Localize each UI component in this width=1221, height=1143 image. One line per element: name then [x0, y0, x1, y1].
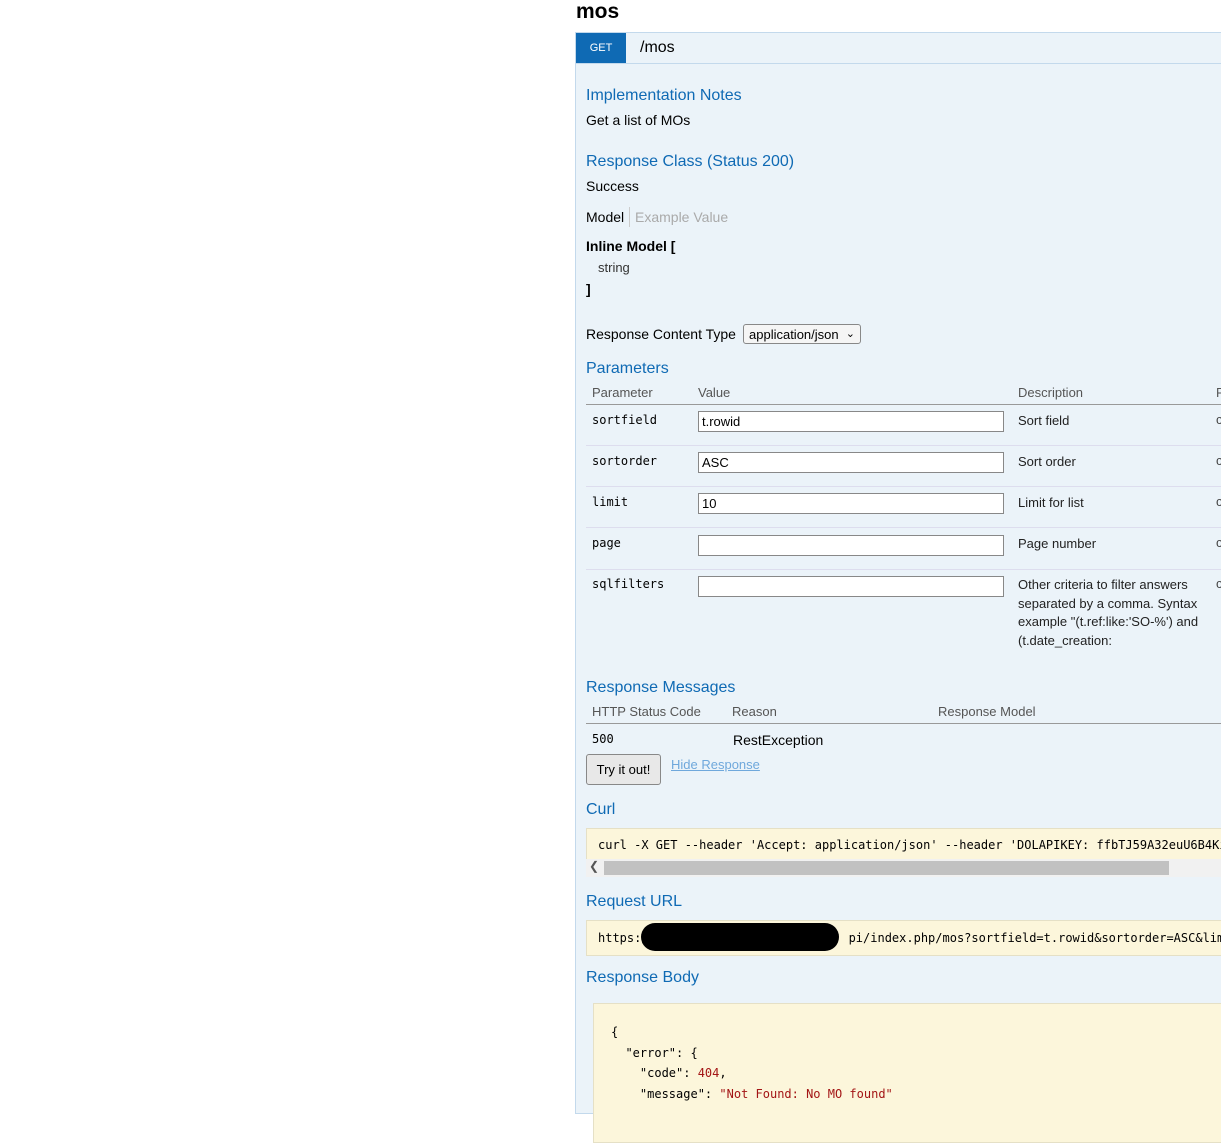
scroll-thumb[interactable]: [604, 861, 1169, 875]
param-col-type: P: [1216, 385, 1221, 400]
resp-code-500: 500: [592, 732, 614, 746]
param-input-sqlfilters[interactable]: [698, 576, 1004, 597]
tab-model[interactable]: Model: [586, 209, 624, 225]
model-property: string: [598, 260, 630, 275]
param-name-sqlfilters: sqlfilters: [592, 577, 665, 591]
try-it-out-button[interactable]: Try it out!: [586, 754, 661, 785]
param-type-page: c: [1216, 535, 1221, 550]
param-input-page[interactable]: [698, 535, 1004, 556]
param-header-divider: [586, 404, 1221, 405]
tab-example-value[interactable]: Example Value: [635, 209, 728, 225]
param-desc-sortorder: Sort order: [1018, 454, 1076, 469]
param-type-sqlfilters: c: [1216, 576, 1221, 591]
json-message-key: "message":: [639, 1086, 720, 1101]
response-content-type-label: Response Content Type: [586, 326, 736, 342]
redaction-mark: [641, 923, 839, 951]
resp-header-divider: [586, 723, 1221, 724]
model-title: Inline Model [: [586, 238, 676, 254]
param-desc-sqlfilters: Other criteria to filter answers separat…: [1018, 577, 1199, 648]
param-type-sortorder: c: [1216, 453, 1221, 468]
json-code-key: "code":: [639, 1066, 698, 1080]
param-desc-limit: Limit for list: [1018, 495, 1084, 510]
param-input-sortfield[interactable]: [698, 411, 1004, 432]
param-col-parameter: Parameter: [592, 385, 653, 400]
row-divider: [586, 527, 1221, 528]
json-message-value: "Not Found: No MO found": [719, 1086, 893, 1101]
section-title[interactable]: mos: [576, 0, 619, 24]
param-name-page: page: [592, 536, 621, 550]
endpoint-path[interactable]: /mos: [640, 39, 675, 57]
param-type-sortfield: c: [1216, 412, 1221, 427]
param-name-sortorder: sortorder: [592, 454, 658, 468]
json-code-value: 404: [697, 1066, 720, 1080]
request-url-box[interactable]: https:/pi/index.php/mos?sortfield=t.rowi…: [586, 920, 1221, 956]
response-content-type-value: application/json: [749, 326, 839, 342]
row-divider: [586, 445, 1221, 446]
operation-heading[interactable]: GET /mos: [576, 33, 1221, 64]
request-url-suffix: pi/index.php/mos?sortfield=t.rowid&sorto…: [848, 931, 1221, 945]
implementation-notes-heading: Implementation Notes: [586, 87, 742, 104]
param-input-limit[interactable]: [698, 493, 1004, 514]
param-col-value: Value: [698, 385, 731, 400]
request-url-heading: Request URL: [586, 893, 683, 910]
json-error-key: "error": {: [625, 1045, 698, 1060]
param-name-limit: limit: [592, 495, 629, 509]
response-messages-heading: Response Messages: [586, 679, 736, 696]
parameters-heading: Parameters: [586, 360, 669, 377]
param-input-sortorder[interactable]: [698, 452, 1004, 473]
resp-reason: RestException: [733, 732, 824, 748]
param-desc-sortfield: Sort field: [1018, 413, 1070, 428]
http-method-badge[interactable]: GET: [576, 33, 626, 63]
row-divider: [586, 569, 1221, 570]
response-class-heading: Response Class (Status 200): [586, 153, 795, 170]
chevron-down-icon: ⌄: [845, 328, 855, 340]
param-desc-page: Page number: [1018, 536, 1097, 551]
resp-col-response-model: Response Model: [938, 704, 1036, 719]
hide-response-link[interactable]: Hide Response: [671, 757, 760, 772]
param-name-sortfield: sortfield: [592, 413, 658, 427]
resp-col-status-code: HTTP Status Code: [592, 704, 701, 719]
operation-panel: GET /mos Implementation Notes Get a list…: [575, 32, 1221, 1143]
model-close-bracket: ]: [586, 281, 591, 297]
response-body-heading: Response Body: [586, 969, 699, 986]
curl-scrollbar[interactable]: ❮: [586, 859, 1221, 877]
response-body[interactable]: { "error": { "code": 404, "message": "No…: [593, 1003, 1221, 1143]
response-content-type-select[interactable]: application/json ⌄: [743, 324, 861, 344]
scroll-left-icon[interactable]: ❮: [589, 859, 599, 873]
curl-command[interactable]: curl -X GET --header 'Accept: applicatio…: [586, 828, 1221, 860]
tab-divider: [629, 207, 630, 227]
param-type-limit: c: [1216, 494, 1221, 509]
resp-col-reason: Reason: [732, 704, 777, 719]
curl-heading: Curl: [586, 801, 616, 818]
implementation-notes-text: Get a list of MOs: [586, 112, 691, 128]
param-col-description: Description: [1018, 385, 1084, 400]
response-class-text: Success: [586, 178, 639, 194]
row-divider: [586, 486, 1221, 487]
json-open-brace: {: [611, 1025, 619, 1039]
curl-command-text: curl -X GET --header 'Accept: applicatio…: [598, 838, 1221, 852]
